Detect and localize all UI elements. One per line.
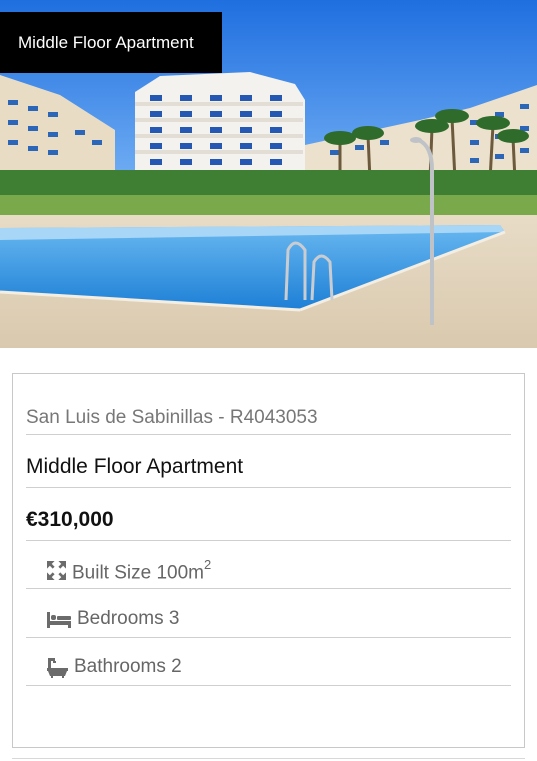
feature-bedrooms: Bedrooms 3	[26, 608, 511, 638]
property-type-badge: Middle Floor Apartment	[0, 12, 222, 73]
property-photo[interactable]: Middle Floor Apartment	[0, 0, 537, 348]
feature-bathrooms: Bathrooms 2	[26, 656, 511, 686]
price: €310,000	[26, 508, 511, 541]
listing-title[interactable]: Middle Floor Apartment	[26, 455, 511, 488]
bedrooms-label: Bedrooms 3	[77, 608, 180, 629]
bathtub-icon	[47, 658, 68, 678]
bathrooms-label: Bathrooms 2	[74, 656, 182, 677]
built-size-label: Built Size 100m	[72, 562, 205, 584]
divider	[12, 758, 525, 759]
location-reference: San Luis de Sabinillas - R4043053	[26, 407, 511, 435]
bed-icon	[47, 612, 71, 628]
feature-built-size: Built Size 100m2	[26, 557, 511, 589]
listing-card[interactable]: San Luis de Sabinillas - R4043053 Middle…	[12, 373, 525, 748]
expand-arrows-icon	[47, 561, 66, 580]
built-size-text: Built Size 100m2	[72, 557, 212, 584]
built-size-unit-exponent: 2	[204, 557, 212, 572]
